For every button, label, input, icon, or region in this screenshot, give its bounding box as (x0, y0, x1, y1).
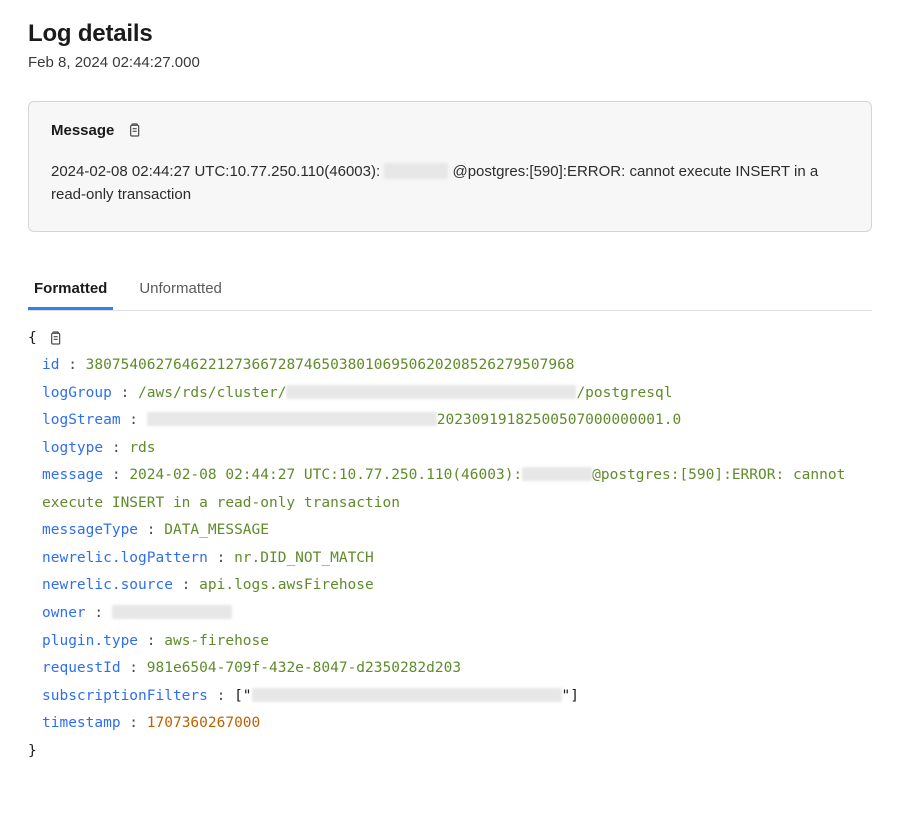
field-value: DATA_MESSAGE (164, 522, 269, 538)
page-title: Log details (28, 20, 872, 48)
field-timestamp: timestamp : 1707360267000 (28, 710, 872, 738)
field-key: logGroup (42, 385, 112, 401)
message-header-label: Message (51, 122, 114, 139)
redacted-segment (147, 412, 437, 426)
field-key: plugin.type (42, 633, 138, 649)
field-key: newrelic.source (42, 577, 173, 593)
field-key: requestId (42, 660, 121, 676)
json-open-brace: { (28, 325, 37, 353)
log-timestamp: Feb 8, 2024 02:44:27.000 (28, 54, 872, 71)
tab-formatted[interactable]: Formatted (28, 272, 113, 310)
field-id: id : 38075406276462212736672874650380106… (28, 352, 872, 380)
message-panel: Message 2024-02-08 02:44:27 UTC:10.77.25… (28, 101, 872, 232)
field-value: 3807540627646221273667287465038010695062… (86, 357, 575, 373)
json-close-brace: } (28, 738, 872, 766)
field-message: message : 2024-02-08 02:44:27 UTC:10.77.… (28, 462, 872, 517)
field-key: newrelic.logPattern (42, 550, 208, 566)
field-key: messageType (42, 522, 138, 538)
field-key: owner (42, 605, 86, 621)
copy-message-icon[interactable] (124, 120, 144, 140)
field-logStream: logStream : 20230919182500507000000001.0 (28, 407, 872, 435)
tab-unformatted[interactable]: Unformatted (133, 272, 228, 310)
tabs: Formatted Unformatted (28, 272, 872, 311)
field-newrelic-logPattern: newrelic.logPattern : nr.DID_NOT_MATCH (28, 545, 872, 573)
field-value: 981e6504-709f-432e-8047-d2350282d203 (147, 660, 461, 676)
redacted-segment (286, 385, 576, 399)
field-logGroup: logGroup : /aws/rds/cluster//postgresql (28, 380, 872, 408)
field-key: id (42, 357, 59, 373)
formatted-json: { id : 380754062764622127366728746503801… (28, 325, 872, 766)
field-value: nr.DID_NOT_MATCH (234, 550, 374, 566)
field-key: timestamp (42, 715, 121, 731)
field-value: aws-firehose (164, 633, 269, 649)
redacted-segment (112, 605, 232, 619)
field-owner: owner : (28, 600, 872, 628)
field-value: api.logs.awsFirehose (199, 577, 374, 593)
redacted-segment (522, 467, 592, 481)
field-requestId: requestId : 981e6504-709f-432e-8047-d235… (28, 655, 872, 683)
field-key: message (42, 467, 103, 483)
field-value: 1707360267000 (147, 715, 261, 731)
field-subscriptionFilters: subscriptionFilters : [""] (28, 683, 872, 711)
field-messageType: messageType : DATA_MESSAGE (28, 517, 872, 545)
redacted-segment (252, 688, 562, 702)
field-key: logtype (42, 440, 103, 456)
field-key: logStream (42, 412, 121, 428)
field-plugin-type: plugin.type : aws-firehose (28, 628, 872, 656)
field-value: rds (129, 440, 155, 456)
field-logtype: logtype : rds (28, 435, 872, 463)
field-newrelic-source: newrelic.source : api.logs.awsFirehose (28, 572, 872, 600)
redacted-segment (384, 163, 448, 179)
message-body: 2024-02-08 02:44:27 UTC:10.77.250.110(46… (51, 160, 849, 207)
copy-json-icon[interactable] (45, 328, 65, 348)
field-key: subscriptionFilters (42, 688, 208, 704)
message-body-pre: 2024-02-08 02:44:27 UTC:10.77.250.110(46… (51, 163, 380, 180)
